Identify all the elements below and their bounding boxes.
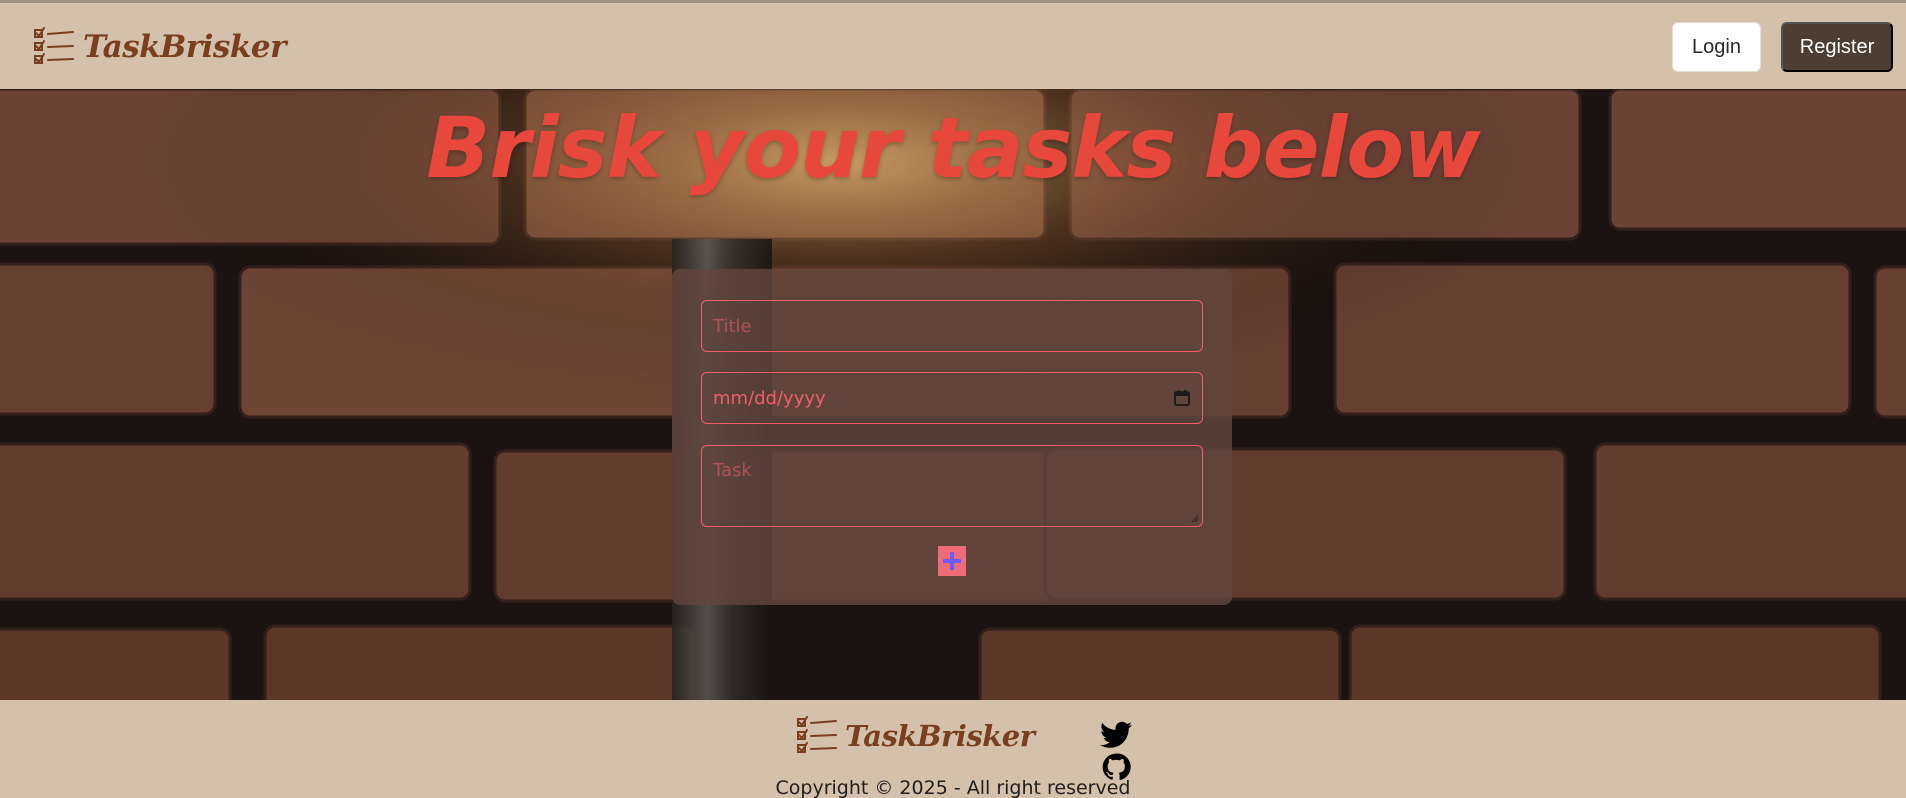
title-input[interactable]: Title <box>701 300 1203 352</box>
date-placeholder: mm/dd/yyyy <box>713 387 826 409</box>
login-button[interactable]: Login <box>1672 22 1761 72</box>
add-task-button[interactable] <box>938 546 966 576</box>
footer: TaskBrisker Copyright © 2025 - All right… <box>0 700 1906 798</box>
title-placeholder: Title <box>713 315 752 337</box>
date-input[interactable]: mm/dd/yyyy <box>701 372 1203 424</box>
footer-brand[interactable]: TaskBrisker <box>795 716 1035 756</box>
twitter-icon[interactable] <box>1100 721 1132 749</box>
register-button[interactable]: Register <box>1781 22 1893 72</box>
task-form: Title mm/dd/yyyy Task <box>672 269 1232 605</box>
task-textarea[interactable]: Task <box>701 445 1203 527</box>
calendar-icon[interactable] <box>1173 389 1191 407</box>
brand-logo[interactable]: TaskBrisker <box>33 25 286 69</box>
brand-name: TaskBrisker <box>83 29 286 65</box>
footer-brand-name: TaskBrisker <box>845 719 1035 753</box>
page-headline: Brisk your tasks below <box>426 99 1480 197</box>
checklist-icon <box>34 27 74 64</box>
navbar: TaskBrisker Login Register <box>0 0 1906 89</box>
copyright-text: Copyright © 2025 - All right reserved <box>775 777 1131 798</box>
plus-icon <box>943 552 961 570</box>
resize-handle-icon[interactable] <box>1191 515 1199 523</box>
social-links <box>1100 721 1132 781</box>
checklist-icon <box>797 716 837 753</box>
hero-section: Brisk your tasks below Title mm/dd/yyyy … <box>0 89 1906 700</box>
task-placeholder: Task <box>713 460 752 481</box>
